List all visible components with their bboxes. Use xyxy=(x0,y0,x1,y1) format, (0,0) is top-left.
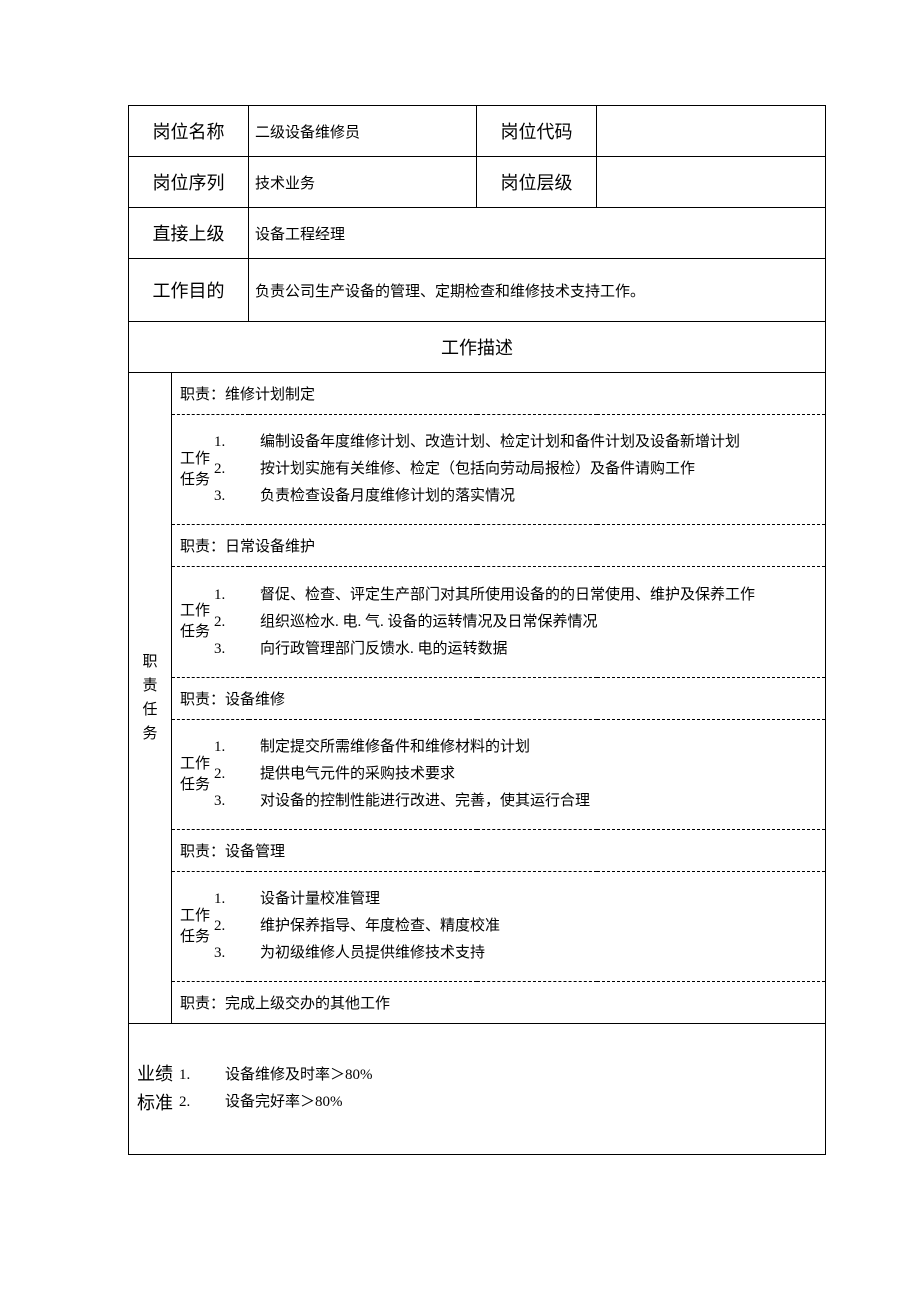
task-label: 工作任务 xyxy=(180,754,214,796)
duty-title-row: 职责任务 职责：维修计划制定 xyxy=(129,373,826,415)
desc-title: 工作描述 xyxy=(129,322,826,373)
perf-list: 1.设备维修及时率＞80% 2.设备完好率＞80% xyxy=(179,1062,373,1116)
perf-side-label: 业绩标准 xyxy=(137,1060,179,1118)
series-value: 技术业务 xyxy=(249,157,477,208)
name-value: 二级设备维修员 xyxy=(249,106,477,157)
code-value xyxy=(597,106,826,157)
duty-task-row: 工作任务 1.制定提交所需维修备件和维修材料的计划 2.提供电气元件的采购技术要… xyxy=(129,720,826,830)
duty-title: 职责：设备维修 xyxy=(172,678,826,720)
duty-title-row: 职责：设备维修 xyxy=(129,678,826,720)
code-label: 岗位代码 xyxy=(477,106,597,157)
duty-title: 职责：设备管理 xyxy=(172,830,826,872)
series-label: 岗位序列 xyxy=(129,157,249,208)
purpose-value: 负责公司生产设备的管理、定期检查和维修技术支持工作。 xyxy=(249,259,826,322)
duty-task-row: 工作任务 1.设备计量校准管理 2.维护保养指导、年度检查、精度校准 3.为初级… xyxy=(129,872,826,982)
task-label: 工作任务 xyxy=(180,906,214,948)
task-list: 1.编制设备年度维修计划、改造计划、检定计划和备件计划及设备新增计划 2.按计划… xyxy=(214,415,740,524)
task-list: 1.制定提交所需维修备件和维修材料的计划 2.提供电气元件的采购技术要求 3.对… xyxy=(214,720,590,829)
duty-title: 职责：维修计划制定 xyxy=(172,373,826,415)
task-label: 工作任务 xyxy=(180,601,214,643)
superior-label: 直接上级 xyxy=(129,208,249,259)
purpose-label: 工作目的 xyxy=(129,259,249,322)
row-superior: 直接上级 设备工程经理 xyxy=(129,208,826,259)
row-purpose: 工作目的 负责公司生产设备的管理、定期检查和维修技术支持工作。 xyxy=(129,259,826,322)
job-spec-table: 岗位名称 二级设备维修员 岗位代码 岗位序列 技术业务 岗位层级 直接上级 设备… xyxy=(128,105,826,1155)
duty-title-row: 职责：日常设备维护 xyxy=(129,525,826,567)
level-value xyxy=(597,157,826,208)
duty-title: 职责：完成上级交办的其他工作 xyxy=(172,982,826,1024)
task-list: 1.设备计量校准管理 2.维护保养指导、年度检查、精度校准 3.为初级维修人员提… xyxy=(214,872,500,981)
duty-task-row: 工作任务 1.编制设备年度维修计划、改造计划、检定计划和备件计划及设备新增计划 … xyxy=(129,415,826,525)
duty-title-row: 职责：完成上级交办的其他工作 xyxy=(129,982,826,1024)
superior-value: 设备工程经理 xyxy=(249,208,826,259)
name-label: 岗位名称 xyxy=(129,106,249,157)
duty-title: 职责：日常设备维护 xyxy=(172,525,826,567)
duty-task-row: 工作任务 1.督促、检查、评定生产部门对其所使用设备的的日常使用、维护及保养工作… xyxy=(129,567,826,678)
duties-side-label: 职责任务 xyxy=(129,373,172,1024)
level-label: 岗位层级 xyxy=(477,157,597,208)
row-performance: 业绩标准 1.设备维修及时率＞80% 2.设备完好率＞80% xyxy=(129,1024,826,1155)
row-series: 岗位序列 技术业务 岗位层级 xyxy=(129,157,826,208)
task-list: 1.督促、检查、评定生产部门对其所使用设备的的日常使用、维护及保养工作 2.组织… xyxy=(214,568,755,677)
task-label: 工作任务 xyxy=(180,449,214,491)
row-desc-title: 工作描述 xyxy=(129,322,826,373)
duty-title-row: 职责：设备管理 xyxy=(129,830,826,872)
row-name: 岗位名称 二级设备维修员 岗位代码 xyxy=(129,106,826,157)
